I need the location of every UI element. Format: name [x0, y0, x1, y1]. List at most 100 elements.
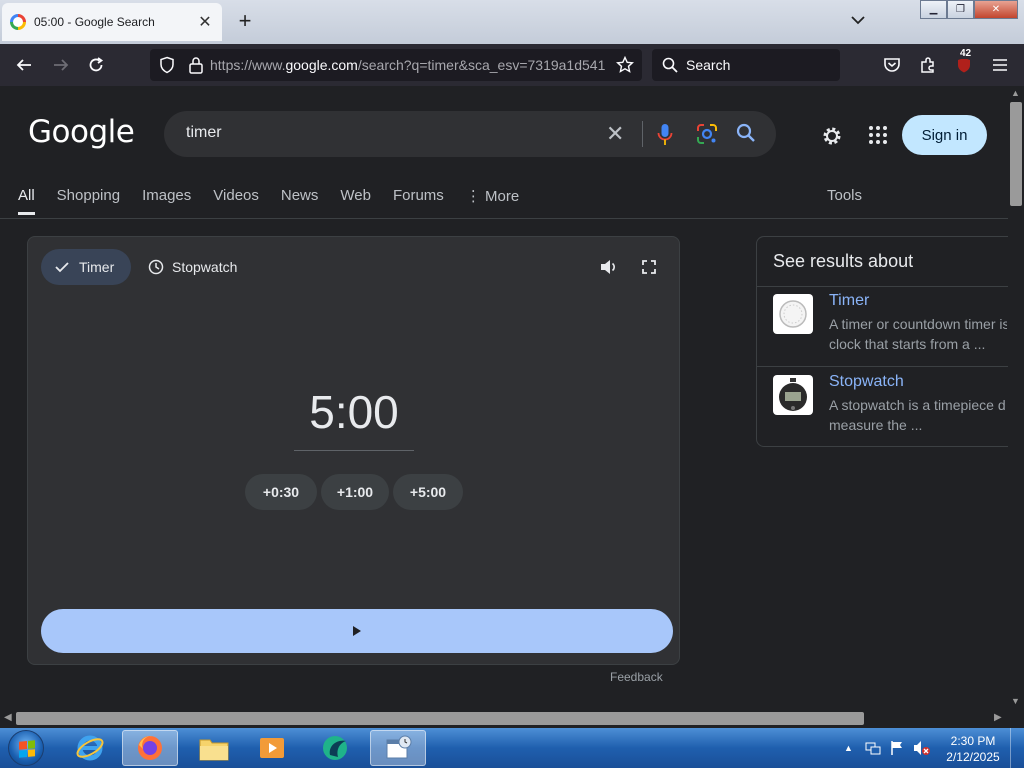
tab-all[interactable]: All — [18, 187, 35, 215]
timer-display[interactable]: 5:00 — [294, 385, 414, 439]
reload-icon[interactable] — [84, 53, 108, 77]
result-title[interactable]: Stopwatch — [829, 373, 904, 391]
volume-muted-icon[interactable] — [913, 740, 931, 756]
tab-videos[interactable]: Videos — [213, 187, 259, 215]
search-type-tabs: All Shopping Images Videos News Web Foru… — [18, 187, 541, 215]
tools-button[interactable]: Tools — [827, 187, 862, 204]
timer-widget: Timer Stopwatch 5:00 +0:30 +1:00 +5:00 — [27, 236, 680, 665]
system-clock[interactable]: 2:30 PM 2/12/2025 — [944, 733, 1002, 765]
bookmark-star-icon[interactable] — [616, 56, 634, 74]
horizontal-scroll-thumb[interactable] — [16, 712, 864, 725]
clear-search-icon[interactable]: ✕ — [606, 121, 624, 147]
add-30-seconds-button[interactable]: +0:30 — [245, 474, 317, 510]
hamburger-menu-icon[interactable] — [988, 53, 1012, 77]
play-icon — [353, 626, 361, 636]
windows-logo-icon — [19, 740, 35, 758]
horizontal-scrollbar[interactable]: ◀ ▶ — [0, 710, 1024, 728]
result-description: A stopwatch is a timepiece d measure the… — [829, 397, 1006, 433]
google-apps-grid-icon[interactable] — [868, 125, 888, 145]
sign-in-button[interactable]: Sign in — [902, 115, 987, 155]
google-favicon-icon — [10, 14, 26, 30]
extensions-puzzle-icon[interactable] — [916, 53, 940, 77]
app-taskbar-icon[interactable] — [308, 730, 364, 766]
tab-shopping[interactable]: Shopping — [57, 187, 120, 215]
vertical-scrollbar[interactable]: ▲ ▼ — [1008, 86, 1024, 710]
search-divider — [642, 121, 643, 147]
tracking-protection-shield-icon[interactable] — [158, 56, 176, 74]
start-timer-button[interactable] — [41, 609, 673, 653]
tab-forums[interactable]: Forums — [393, 187, 444, 215]
network-icon[interactable] — [865, 740, 881, 756]
scroll-right-icon[interactable]: ▶ — [994, 712, 1002, 723]
stopwatch-thumbnail — [773, 375, 813, 415]
show-hidden-icons-icon[interactable]: ▲ — [844, 743, 853, 753]
restore-button[interactable]: ❐ — [947, 0, 974, 19]
browser-toolbar: https://www.google.com/search?q=timer&sc… — [0, 44, 1024, 86]
browser-tab[interactable]: 05:00 - Google Search ✕ — [2, 3, 222, 41]
window-close-button[interactable]: ✕ — [974, 0, 1018, 19]
fullscreen-icon[interactable] — [642, 260, 656, 274]
scroll-up-icon[interactable]: ▲ — [1011, 88, 1020, 98]
tab-news[interactable]: News — [281, 187, 319, 215]
browser-tab-strip: 05:00 - Google Search ✕ + ▁ ❐ ✕ — [0, 0, 1024, 44]
panel-divider — [757, 286, 1008, 287]
lock-icon[interactable] — [188, 56, 204, 74]
clock-icon — [148, 259, 164, 275]
add-1-minute-button[interactable]: +1:00 — [321, 474, 389, 510]
sound-volume-icon[interactable] — [600, 259, 618, 275]
timer-mode-label: Timer — [79, 259, 115, 275]
new-tab-icon[interactable]: + — [233, 9, 257, 33]
add-time-buttons: +0:30 +1:00 +5:00 — [245, 474, 467, 510]
minimize-button[interactable]: ▁ — [920, 0, 947, 19]
file-explorer-taskbar-icon[interactable] — [186, 730, 242, 766]
extension-badge-count: 42 — [958, 48, 974, 59]
scroll-left-icon[interactable]: ◀ — [4, 712, 12, 723]
windows-taskbar: ▲ 2:30 PM 2/12/2025 — [0, 728, 1024, 768]
firefox-taskbar-icon[interactable] — [122, 730, 178, 766]
url-bar[interactable]: https://www.google.com/search?q=timer&sc… — [150, 49, 642, 81]
voice-search-mic-icon[interactable] — [657, 123, 673, 147]
system-tray: ▲ — [844, 740, 931, 756]
clock-date: 2/12/2025 — [946, 750, 1000, 764]
checkmark-icon — [55, 262, 69, 273]
google-logo[interactable]: Google — [28, 114, 135, 150]
add-5-minutes-button[interactable]: +5:00 — [393, 474, 463, 510]
see-results-about-panel: See results about Timer A timer or count… — [756, 236, 1008, 447]
timer-mode-chip[interactable]: Timer — [41, 249, 131, 285]
forward-arrow-icon[interactable] — [49, 53, 73, 77]
list-tabs-chevron-icon[interactable] — [848, 10, 868, 30]
panel-heading: See results about — [773, 251, 914, 271]
feedback-link[interactable]: Feedback — [610, 670, 663, 684]
search-submit-icon[interactable] — [736, 123, 756, 143]
back-arrow-icon[interactable] — [12, 53, 36, 77]
google-lens-icon[interactable] — [696, 123, 718, 145]
result-title[interactable]: Timer — [829, 292, 869, 310]
browser-search-box[interactable]: Search — [652, 49, 840, 81]
internet-explorer-taskbar-icon[interactable] — [62, 730, 118, 766]
vertical-scroll-thumb[interactable] — [1010, 102, 1022, 206]
google-search-box[interactable]: timer ✕ — [164, 111, 776, 157]
search-icon — [662, 57, 678, 73]
tab-close-icon[interactable]: ✕ — [196, 12, 214, 32]
tab-more[interactable]: ⋮ More — [466, 187, 519, 215]
browser-search-placeholder: Search — [686, 57, 731, 73]
search-query-text[interactable]: timer — [186, 124, 222, 142]
settings-gear-icon[interactable] — [820, 124, 844, 148]
scroll-down-icon[interactable]: ▼ — [1011, 696, 1020, 706]
media-player-taskbar-icon[interactable] — [244, 730, 300, 766]
clock-time: 2:30 PM — [950, 734, 996, 748]
calendar-app-taskbar-icon[interactable] — [370, 730, 426, 766]
pocket-icon[interactable] — [880, 53, 904, 77]
tab-images[interactable]: Images — [142, 187, 191, 215]
timer-thumbnail — [773, 294, 813, 334]
start-button[interactable] — [8, 730, 44, 766]
stopwatch-mode-chip[interactable]: Stopwatch — [148, 249, 237, 285]
tab-title: 05:00 - Google Search — [34, 15, 155, 29]
url-text: https://www.google.com/search?q=timer&sc… — [210, 57, 606, 73]
tab-web[interactable]: Web — [340, 187, 371, 215]
action-center-flag-icon[interactable] — [889, 740, 905, 756]
tabs-divider — [0, 218, 1008, 219]
result-description: A timer or countdown timer is clock that… — [829, 316, 1007, 352]
show-desktop-button[interactable] — [1010, 728, 1024, 768]
more-vertical-dots-icon: ⋮ — [465, 188, 485, 205]
